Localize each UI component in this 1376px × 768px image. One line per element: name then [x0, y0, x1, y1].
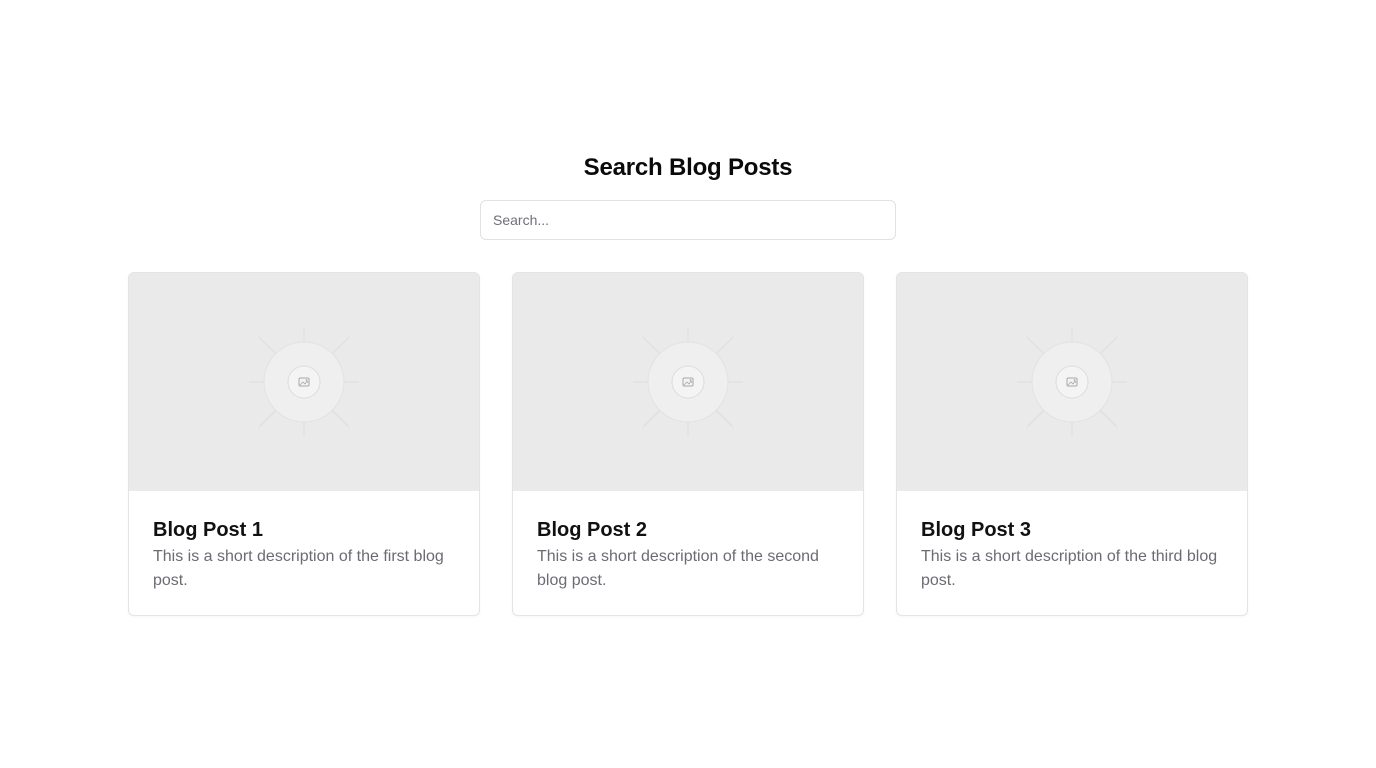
- card-description: This is a short description of the secon…: [537, 548, 819, 589]
- search-input[interactable]: [480, 200, 896, 240]
- card-image-placeholder: [129, 273, 479, 491]
- card-description: This is a short description of the first…: [153, 548, 444, 589]
- blog-post-card[interactable]: Blog Post 1 This is a short description …: [128, 272, 480, 616]
- card-image-placeholder: [513, 273, 863, 491]
- blog-post-grid: Blog Post 1 This is a short description …: [128, 272, 1248, 616]
- card-body: Blog Post 1 This is a short description …: [129, 491, 479, 593]
- page: Search Blog Posts Search... Blog Post 1 …: [0, 0, 1376, 768]
- blog-post-card[interactable]: Blog Post 2 This is a short description …: [512, 272, 864, 616]
- image-placeholder-icon: [249, 327, 359, 437]
- card-body: Blog Post 3 This is a short description …: [897, 491, 1247, 593]
- card-title[interactable]: Blog Post 2: [537, 517, 839, 543]
- page-title: Search Blog Posts: [583, 154, 793, 181]
- blog-post-card[interactable]: Blog Post 3 This is a short description …: [896, 272, 1248, 616]
- card-description: This is a short description of the third…: [921, 548, 1218, 589]
- image-placeholder-icon: [1017, 327, 1127, 437]
- card-title[interactable]: Blog Post 3: [921, 517, 1223, 543]
- image-placeholder-icon: [633, 327, 743, 437]
- card-image-placeholder: [897, 273, 1247, 491]
- card-title[interactable]: Blog Post 1: [153, 517, 455, 543]
- card-body: Blog Post 2 This is a short description …: [513, 491, 863, 593]
